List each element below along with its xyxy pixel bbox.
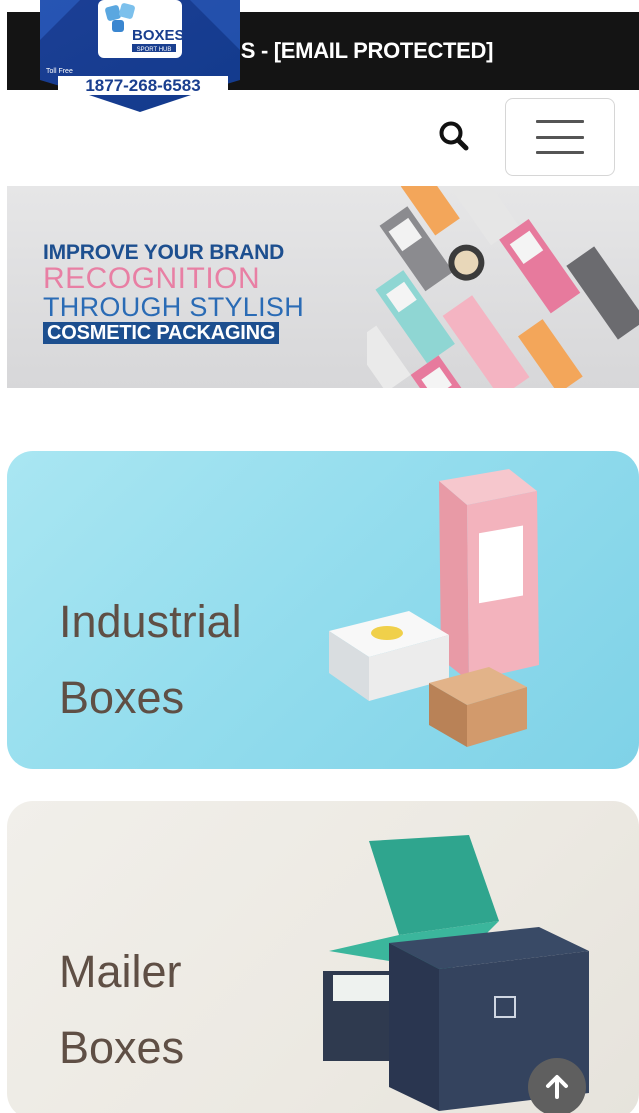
site-logo[interactable]: BOXES SPORT HUB Toll Free 1877-268-6583 — [40, 0, 240, 112]
category-title-line-1: Mailer — [59, 946, 182, 997]
category-title: Industrial Boxes — [59, 584, 242, 736]
industrial-boxes-image — [329, 469, 539, 747]
banner-line-4: COSMETIC PACKAGING — [43, 322, 280, 344]
svg-text:1877-268-6583: 1877-268-6583 — [85, 76, 200, 95]
menu-toggle-button[interactable] — [505, 98, 615, 176]
banner-line-2: RECOGNITION — [43, 262, 261, 295]
banner-headline: IMPROVE YOUR BRAND RECOGNITION THROUGH S… — [43, 242, 343, 344]
category-title-line-2: Boxes — [59, 672, 185, 723]
svg-text:SPORT HUB: SPORT HUB — [137, 47, 172, 53]
hamburger-menu-icon — [536, 120, 584, 154]
page: EMAIL US - [EMAIL PROTECTED] BOXES SPORT… — [0, 0, 639, 1113]
banner-line-1: IMPROVE YOUR BRAND — [43, 241, 285, 264]
category-title-line-2: Boxes — [59, 1022, 185, 1073]
arrow-up-icon — [546, 1075, 568, 1099]
search-icon — [439, 121, 469, 151]
svg-text:Toll Free: Toll Free — [46, 68, 73, 75]
cosmetic-packaging-image — [367, 186, 639, 388]
category-title: Mailer Boxes — [59, 934, 184, 1086]
hero-banner[interactable]: IMPROVE YOUR BRAND RECOGNITION THROUGH S… — [7, 186, 639, 388]
category-title-line-1: Industrial — [59, 596, 242, 647]
svg-text:BOXES: BOXES — [132, 27, 185, 44]
banner-line-3: THROUGH STYLISH — [43, 292, 305, 322]
mailer-boxes-image — [323, 835, 589, 1111]
back-to-top-button[interactable] — [528, 1058, 586, 1113]
category-card-industrial-boxes[interactable]: Industrial Boxes — [7, 451, 639, 769]
search-button[interactable] — [436, 118, 474, 156]
